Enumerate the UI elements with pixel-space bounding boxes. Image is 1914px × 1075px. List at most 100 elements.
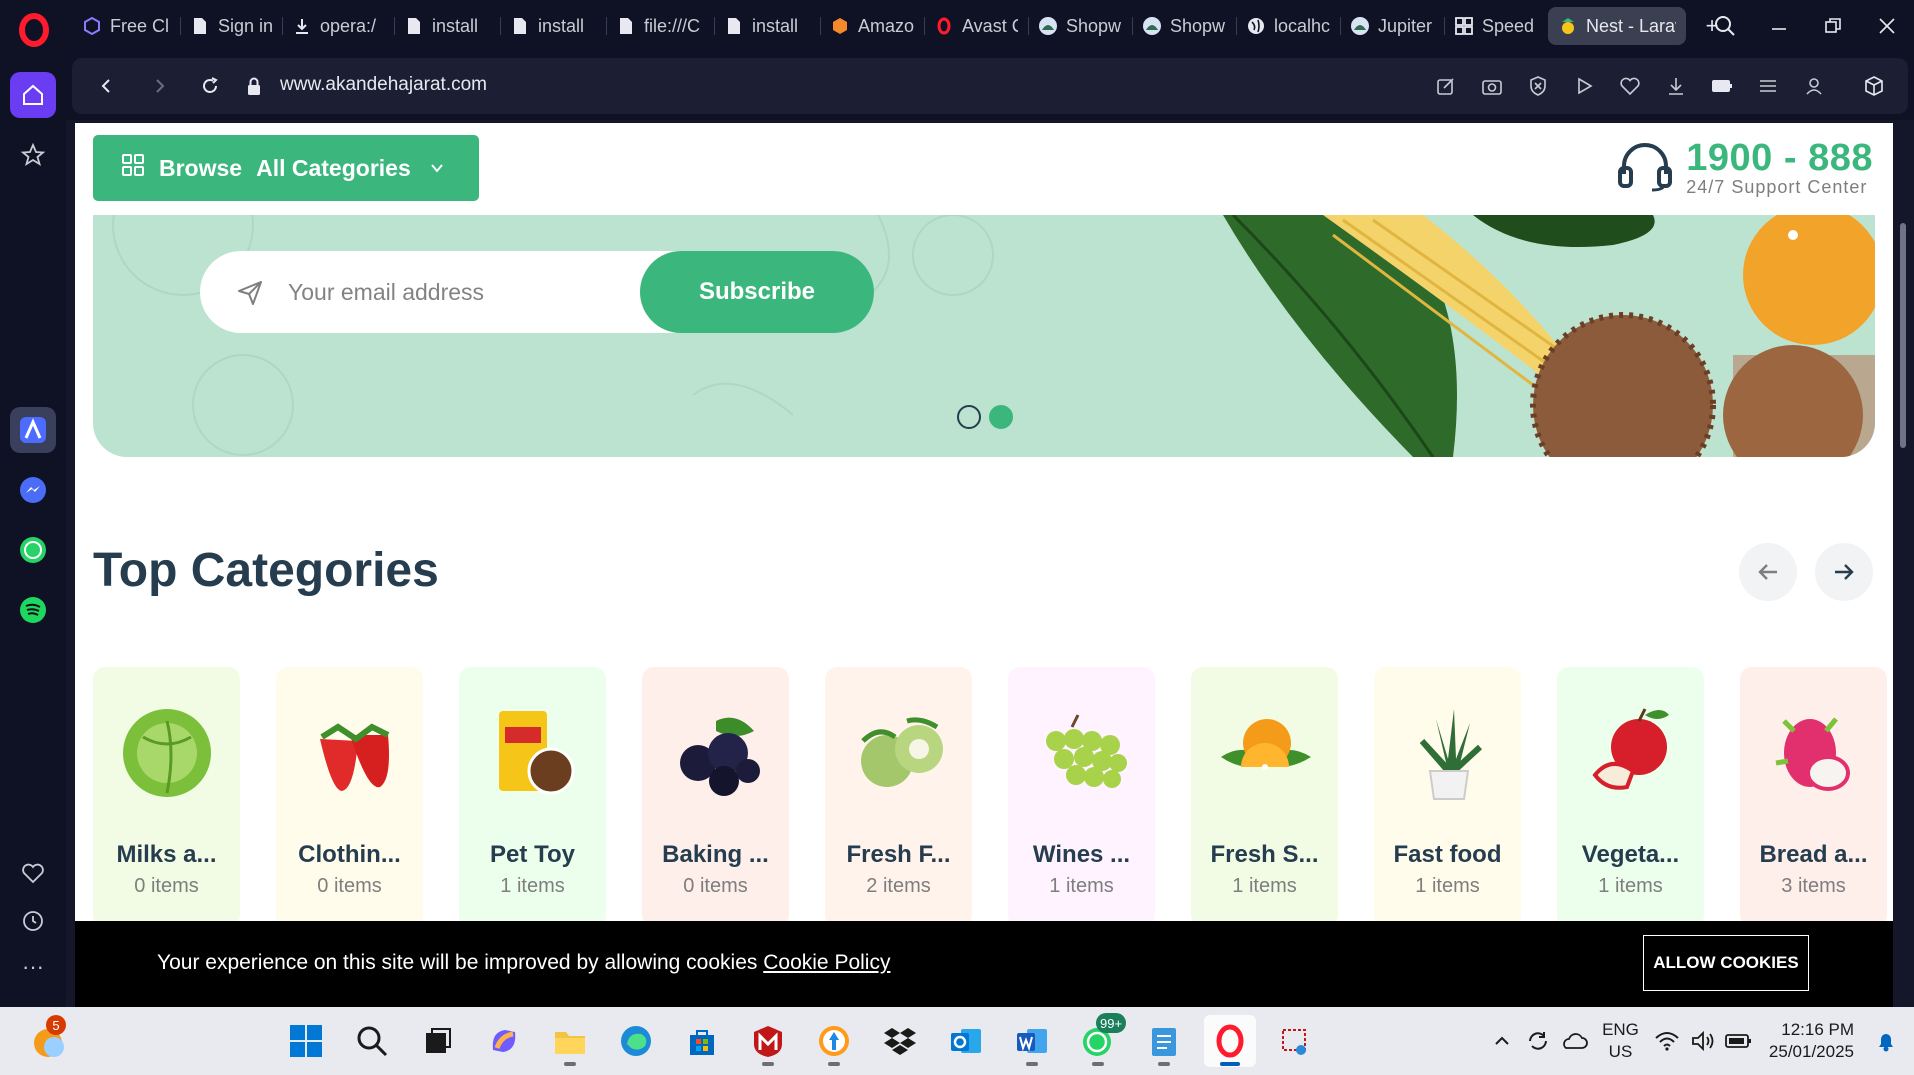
clock[interactable]: 12:16 PM 25/01/2025 (1769, 1019, 1854, 1063)
browser-tab[interactable]: Jupiter (1340, 7, 1444, 45)
browse-categories-button[interactable]: Browse All Categories (93, 135, 479, 201)
mcafee-icon[interactable] (742, 1015, 794, 1067)
carousel-next-button[interactable] (1815, 543, 1873, 601)
browser-tab[interactable]: file:///C (606, 7, 714, 45)
opera-logo-icon[interactable] (14, 10, 54, 50)
allow-cookies-button[interactable]: ALLOW COOKIES (1643, 935, 1809, 991)
category-count: 0 items (317, 875, 382, 897)
category-count: 1 items (1598, 875, 1663, 897)
file-explorer-icon[interactable] (544, 1015, 596, 1067)
edit-icon[interactable] (1430, 68, 1462, 104)
player-icon[interactable] (1568, 68, 1600, 104)
volume-icon[interactable] (1685, 1021, 1721, 1061)
slider-dot-2[interactable] (989, 405, 1013, 429)
browser-tab[interactable]: Nest - Larave (1548, 7, 1686, 45)
reload-icon[interactable] (196, 72, 224, 100)
browser-tab[interactable]: Free Cl (72, 7, 180, 45)
category-card[interactable]: Fresh F... 2 items (825, 667, 972, 927)
browser-tab[interactable]: Shopw (1132, 7, 1236, 45)
category-count: 3 items (1781, 875, 1846, 897)
category-card[interactable]: Clothin... 0 items (276, 667, 423, 927)
subscribe-button[interactable]: Subscribe (640, 251, 874, 333)
whatsapp-taskbar-icon[interactable]: 99+ (1072, 1013, 1127, 1067)
browser-tab[interactable]: Sign in (180, 7, 282, 45)
category-card[interactable]: Pet Toy 1 items (459, 667, 606, 927)
carousel-prev-button[interactable] (1739, 543, 1797, 601)
web-page: Browse All Categories 1900 - 888 24/7 Su… (75, 123, 1893, 1007)
browser-tab[interactable]: install (394, 7, 500, 45)
category-card[interactable]: Milks a... 0 items (93, 667, 240, 927)
nest-icon (1558, 16, 1578, 36)
scrollbar-thumb[interactable] (1900, 223, 1906, 448)
chevron-up-icon[interactable] (1484, 1021, 1520, 1061)
browser-tab[interactable]: Shopw (1028, 7, 1132, 45)
category-card[interactable]: Wines ... 1 items (1008, 667, 1155, 927)
microsoft-store-icon[interactable] (676, 1015, 728, 1067)
more-options-icon[interactable]: ··· (10, 944, 56, 990)
task-view-icon[interactable] (412, 1015, 464, 1067)
cookie-policy-link[interactable]: Cookie Policy (763, 951, 890, 974)
onedrive-cloud-icon[interactable] (1556, 1021, 1592, 1061)
lock-icon[interactable] (240, 72, 268, 100)
dropbox-icon[interactable] (874, 1015, 926, 1067)
page-scrollbar[interactable] (1893, 123, 1914, 1007)
aws-icon (830, 16, 850, 36)
copilot-icon[interactable] (478, 1015, 530, 1067)
edge-icon[interactable] (610, 1015, 662, 1067)
category-card[interactable]: Fresh S... 1 items (1191, 667, 1338, 927)
browser-sidebar: ··· (0, 52, 66, 1007)
category-card[interactable]: Vegeta... 1 items (1557, 667, 1704, 927)
browser-tab[interactable]: Speed (1444, 7, 1548, 45)
wifi-icon[interactable] (1649, 1021, 1685, 1061)
search-tabs-icon[interactable] (1698, 0, 1752, 52)
back-icon[interactable] (92, 72, 120, 100)
home-icon[interactable] (10, 72, 56, 118)
forward-icon[interactable] (146, 72, 174, 100)
aria-ai-icon[interactable] (10, 407, 56, 453)
support-phone[interactable]: 1900 - 888 (1686, 139, 1873, 177)
browser-tab[interactable]: install (714, 7, 820, 45)
history-clock-icon[interactable] (10, 898, 56, 944)
sync-icon[interactable] (1520, 1021, 1556, 1061)
vpn-icon[interactable] (808, 1015, 860, 1067)
minimize-icon[interactable] (1752, 0, 1806, 52)
category-count: 1 items (500, 875, 565, 897)
downloads-icon[interactable] (1660, 68, 1692, 104)
easy-setup-icon[interactable] (1752, 68, 1784, 104)
bookmarks-star-icon[interactable] (10, 132, 56, 178)
profile-icon[interactable] (1798, 68, 1830, 104)
language-indicator[interactable]: ENG US (1602, 1019, 1639, 1063)
camera-icon[interactable] (1476, 68, 1508, 104)
windows-start-icon[interactable] (280, 1015, 332, 1067)
search-icon[interactable] (346, 1015, 398, 1067)
slider-dot-1[interactable] (957, 405, 981, 429)
battery-saver-icon[interactable] (1706, 68, 1738, 104)
notepad-icon[interactable] (1138, 1015, 1190, 1067)
category-card[interactable]: Bread a... 3 items (1740, 667, 1887, 927)
notification-bell-icon[interactable] (1868, 1021, 1904, 1061)
adblock-shield-icon[interactable] (1522, 68, 1554, 104)
browser-tab[interactable]: localhc (1236, 7, 1340, 45)
extensions-cube-icon[interactable] (1858, 68, 1890, 104)
snipping-tool-icon[interactable] (1270, 1015, 1322, 1067)
category-card[interactable]: Fast food 1 items (1374, 667, 1521, 927)
browser-tab[interactable]: install (500, 7, 606, 45)
browser-tab[interactable]: Amazo (820, 7, 924, 45)
category-card[interactable]: Baking ... 0 items (642, 667, 789, 927)
restore-icon[interactable] (1806, 0, 1860, 52)
browser-tab[interactable]: opera:/ (282, 7, 394, 45)
whatsapp-icon[interactable] (10, 527, 56, 573)
opera-taskbar-icon[interactable] (1204, 1015, 1256, 1067)
email-input[interactable] (288, 273, 648, 311)
url-text[interactable]: www.akandehajarat.com (280, 74, 487, 96)
word-icon[interactable] (1006, 1015, 1058, 1067)
outlook-icon[interactable] (940, 1015, 992, 1067)
spotify-icon[interactable] (10, 587, 56, 633)
widgets-weather-icon[interactable]: 5 (22, 1015, 74, 1067)
close-icon[interactable] (1860, 0, 1914, 52)
battery-icon[interactable] (1721, 1021, 1757, 1061)
messenger-icon[interactable] (10, 467, 56, 513)
favorites-heart-icon[interactable] (10, 850, 56, 896)
heart-icon[interactable] (1614, 68, 1646, 104)
browser-tab[interactable]: Avast C (924, 7, 1028, 45)
